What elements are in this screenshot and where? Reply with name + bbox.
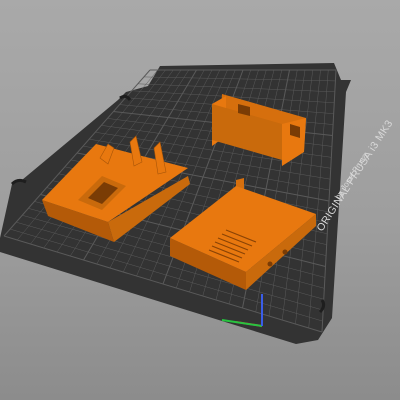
case-lid-port-2 [282, 249, 288, 255]
3d-viewport[interactable]: ORIGINAL PRUSA i3 MK3 by Josef Prusa [0, 0, 400, 400]
case-lid-port-1 [267, 261, 273, 267]
scene-svg: ORIGINAL PRUSA i3 MK3 by Josef Prusa [0, 63, 395, 344]
